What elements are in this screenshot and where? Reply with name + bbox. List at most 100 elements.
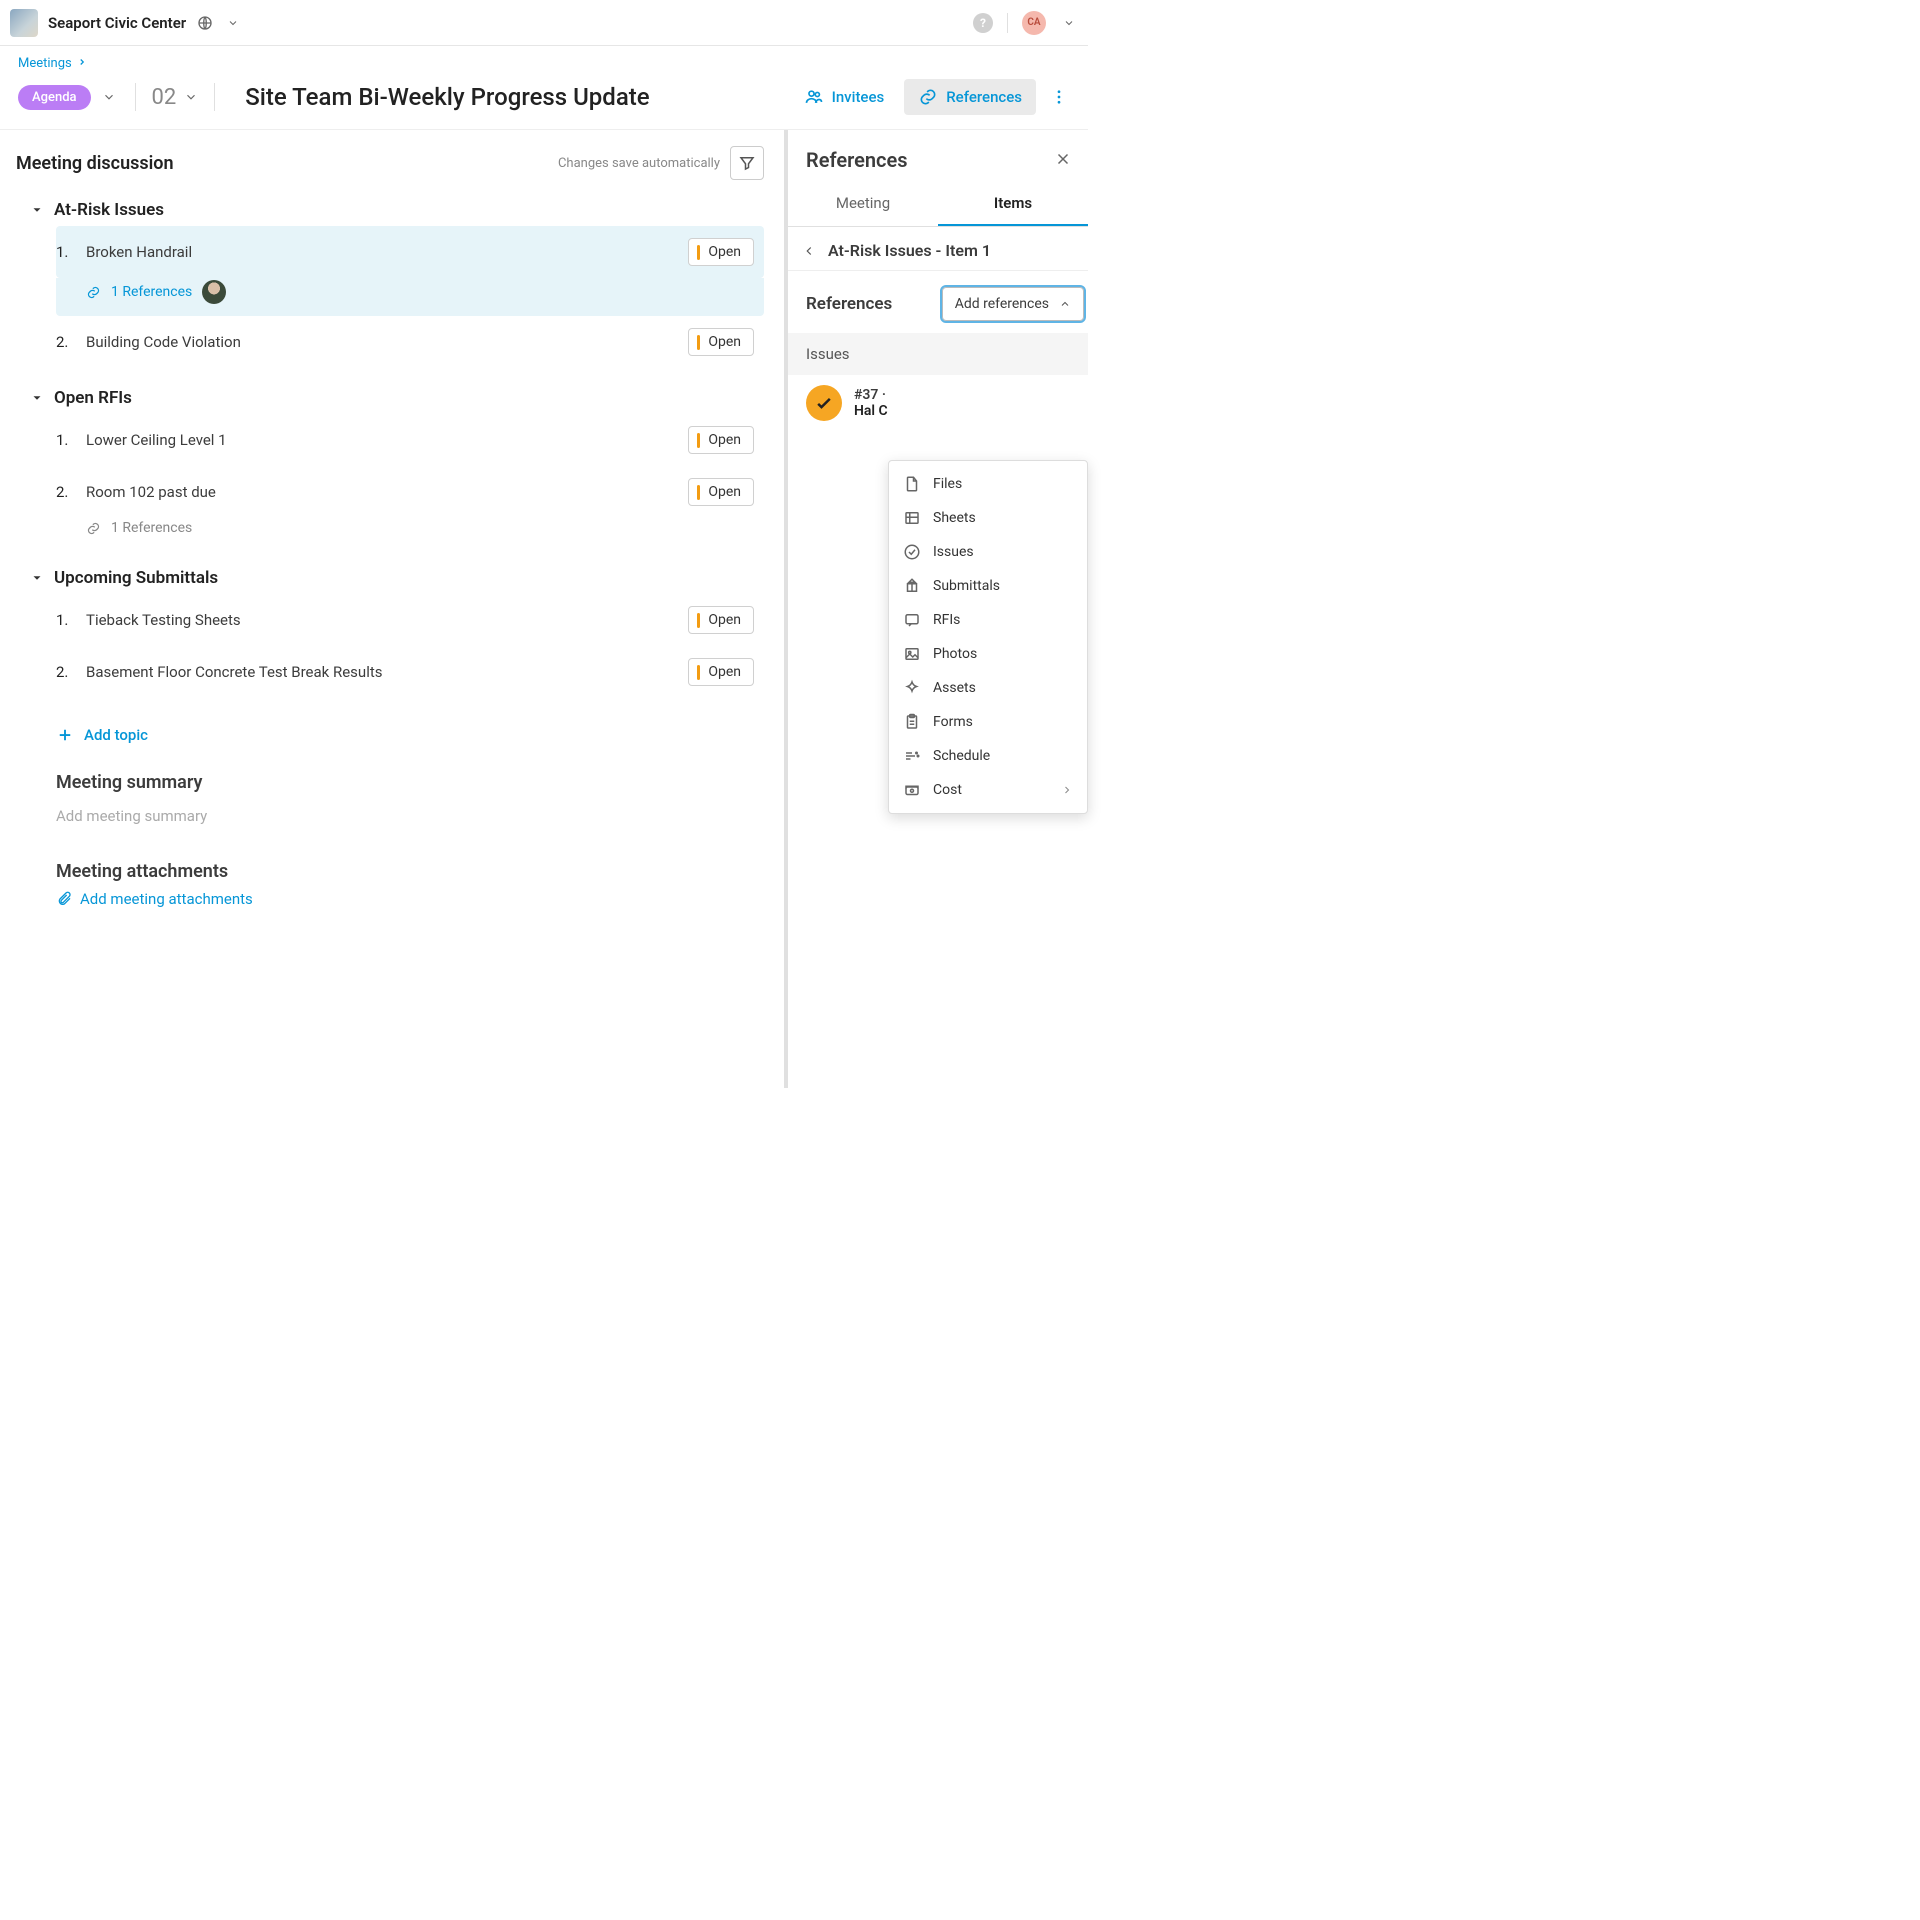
link-icon [86,285,101,300]
issue-row[interactable]: #37 · Hal C [788,375,1088,431]
dd-sheets[interactable]: Sheets [889,501,1087,535]
assignee-avatar[interactable] [202,280,226,304]
meeting-number-selector[interactable]: 02 [152,85,199,110]
dd-issues-label: Issues [933,544,974,560]
chevron-down-icon[interactable] [1060,14,1078,32]
add-topic-button[interactable]: Add topic [56,726,764,744]
status-label: Open [708,664,741,680]
people-icon [804,87,824,107]
filter-icon [738,154,756,172]
status-pill[interactable]: Open [688,328,754,356]
chevron-up-icon [1059,298,1071,310]
invitees-button[interactable]: Invitees [790,79,899,115]
agenda-item-row[interactable]: 1. Broken Handrail Open [56,226,764,278]
status-label: Open [708,432,741,448]
status-bar [697,613,700,628]
link-icon [86,521,101,536]
add-attachments-button[interactable]: Add meeting attachments [56,890,764,908]
autosave-text: Changes save automatically [558,156,720,171]
sheets-icon [903,509,921,527]
agenda-item-row[interactable]: 1. Lower Ceiling Level 1 Open [56,414,764,466]
chevron-right-icon [1061,784,1073,796]
add-topic-label: Add topic [84,726,148,744]
dd-forms-label: Forms [933,714,973,730]
add-attachments-label: Add meeting attachments [80,890,253,908]
references-count[interactable]: 1 References [111,284,192,300]
close-panel-button[interactable] [1054,150,1074,170]
status-pill[interactable]: Open [688,658,754,686]
user-avatar[interactable]: CA [1022,11,1046,35]
topic-header[interactable]: At-Risk Issues [30,194,764,226]
item-title: Room 102 past due [86,483,216,501]
issue-line2: Hal C [854,403,888,419]
dd-rfis[interactable]: RFIs [889,603,1087,637]
item-number: 2. [56,663,76,681]
help-icon[interactable]: ? [973,13,993,33]
agenda-item-row[interactable]: 2. Room 102 past due Open [56,466,764,518]
cost-icon [903,781,921,799]
topic-name: Open RFIs [54,388,132,408]
status-bar [697,335,700,350]
status-pill[interactable]: Open [688,426,754,454]
project-name[interactable]: Seaport Civic Center [48,14,186,32]
status-bar [697,433,700,448]
summary-title: Meeting summary [16,772,764,793]
item-number: 2. [56,483,76,501]
dd-forms[interactable]: Forms [889,705,1087,739]
chevron-down-icon[interactable] [224,14,242,32]
references-count[interactable]: 1 References [111,520,192,536]
dd-schedule-label: Schedule [933,748,990,764]
agenda-item-row[interactable]: 2. Building Code Violation Open [56,316,764,368]
item-number: 1. [56,431,76,449]
discussion-title: Meeting discussion [16,153,174,174]
divider [214,83,215,111]
issues-icon [903,543,921,561]
issue-line1: #37 · [854,387,888,403]
breadcrumb-meetings[interactable]: Meetings [18,56,72,71]
chevron-right-icon [77,56,87,71]
dd-files[interactable]: Files [889,467,1087,501]
caret-down-icon [30,571,44,585]
filter-button[interactable] [730,146,764,180]
panel-sub-title: At-Risk Issues - Item 1 [828,241,991,260]
project-thumbnail[interactable] [10,9,38,37]
add-references-button[interactable]: Add references [942,287,1084,321]
meeting-title: Site Team Bi-Weekly Progress Update [245,83,649,111]
status-pill[interactable]: Open [688,606,754,634]
status-pill[interactable]: Open [688,238,754,266]
topic-header[interactable]: Open RFIs [30,382,764,414]
tab-meeting[interactable]: Meeting [788,182,938,226]
dd-schedule[interactable]: Schedule [889,739,1087,773]
file-icon [903,475,921,493]
status-pill[interactable]: Open [688,478,754,506]
agenda-chip[interactable]: Agenda [18,85,91,110]
dd-cost[interactable]: Cost [889,773,1087,807]
chevron-down-icon[interactable] [99,87,119,107]
more-actions-button[interactable] [1048,88,1070,106]
panel-back-button[interactable] [802,244,818,258]
add-references-dropdown: Files Sheets Issues Submittals RFIs Phot… [888,460,1088,814]
schedule-icon [903,747,921,765]
summary-placeholder[interactable]: Add meeting summary [56,801,764,831]
topic-header[interactable]: Upcoming Submittals [30,562,764,594]
status-label: Open [708,612,741,628]
topic-name: Upcoming Submittals [54,568,218,588]
references-label: References [806,294,892,314]
agenda-item-row[interactable]: 2. Basement Floor Concrete Test Break Re… [56,646,764,698]
link-icon [918,87,938,107]
dd-files-label: Files [933,476,962,492]
topic-name: At-Risk Issues [54,200,164,220]
add-references-label: Add references [955,296,1049,312]
dd-rfis-label: RFIs [933,612,960,628]
dd-issues[interactable]: Issues [889,535,1087,569]
dd-submittals-label: Submittals [933,578,1000,594]
agenda-item-row[interactable]: 1. Tieback Testing Sheets Open [56,594,764,646]
tab-items[interactable]: Items [938,182,1088,226]
dd-assets[interactable]: Assets [889,671,1087,705]
references-button[interactable]: References [904,79,1036,115]
kebab-icon [1050,88,1068,106]
issues-section-header: Issues [788,333,1088,375]
status-label: Open [708,484,741,500]
dd-submittals[interactable]: Submittals [889,569,1087,603]
dd-photos[interactable]: Photos [889,637,1087,671]
